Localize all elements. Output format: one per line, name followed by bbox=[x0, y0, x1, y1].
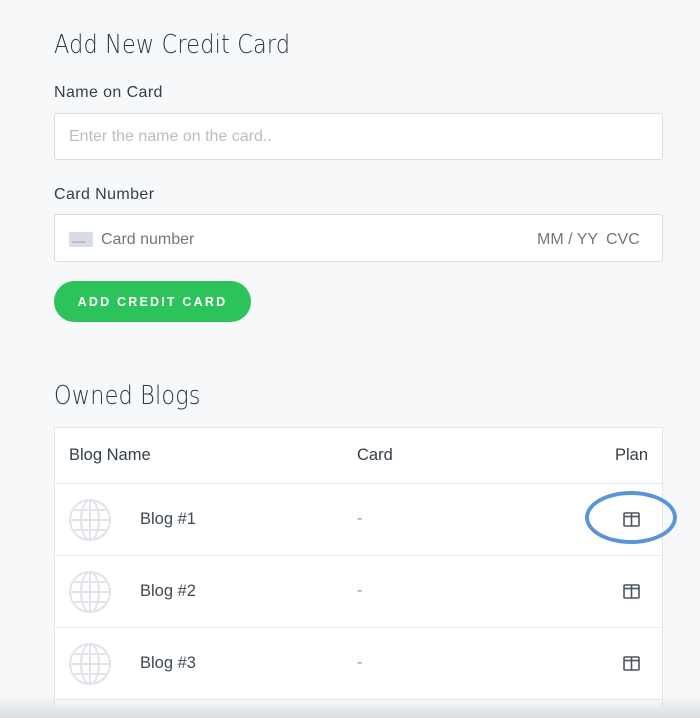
blog-name: Blog #2 bbox=[140, 582, 196, 600]
owned-blogs-title: Owned Blogs bbox=[54, 381, 201, 411]
credit-card-icon bbox=[69, 232, 93, 247]
globe-icon bbox=[68, 570, 112, 614]
add-credit-card-button[interactable]: ADD CREDIT CARD bbox=[54, 281, 251, 322]
card-expiry-placeholder[interactable]: MM / YY bbox=[537, 231, 598, 249]
table-row: Blog #2 - bbox=[55, 556, 662, 628]
blog-card-value: - bbox=[357, 510, 363, 527]
globe-icon bbox=[68, 498, 112, 542]
column-header-plan: Plan bbox=[615, 446, 649, 464]
card-number-placeholder[interactable]: Card number bbox=[101, 231, 194, 249]
card-cvc-placeholder[interactable]: CVC bbox=[606, 231, 640, 249]
card-number-field[interactable]: Card number MM / YY CVC bbox=[54, 214, 663, 262]
plan-icon[interactable] bbox=[623, 656, 640, 671]
blog-card-value: - bbox=[357, 654, 363, 671]
column-header-blog-name: Blog Name bbox=[69, 446, 151, 464]
name-on-card-input[interactable] bbox=[54, 113, 663, 160]
table-row: Blog #3 - bbox=[55, 628, 662, 700]
name-on-card-label: Name on Card bbox=[54, 84, 163, 101]
credit-card-title: Add New Credit Card bbox=[54, 30, 291, 60]
globe-icon bbox=[68, 642, 112, 686]
table-header: Blog Name Card Plan bbox=[55, 428, 662, 484]
blog-name: Blog #1 bbox=[140, 510, 196, 528]
table-row: Blog #1 - bbox=[55, 484, 662, 556]
plan-icon[interactable] bbox=[623, 584, 640, 599]
column-header-card: Card bbox=[357, 446, 393, 464]
blog-card-value: - bbox=[357, 582, 363, 599]
plan-icon[interactable] bbox=[623, 512, 640, 527]
blog-name: Blog #3 bbox=[140, 654, 196, 672]
card-number-label: Card Number bbox=[54, 186, 155, 203]
owned-blogs-table: Blog Name Card Plan Blog #1 - Blog #2 - … bbox=[54, 427, 663, 707]
